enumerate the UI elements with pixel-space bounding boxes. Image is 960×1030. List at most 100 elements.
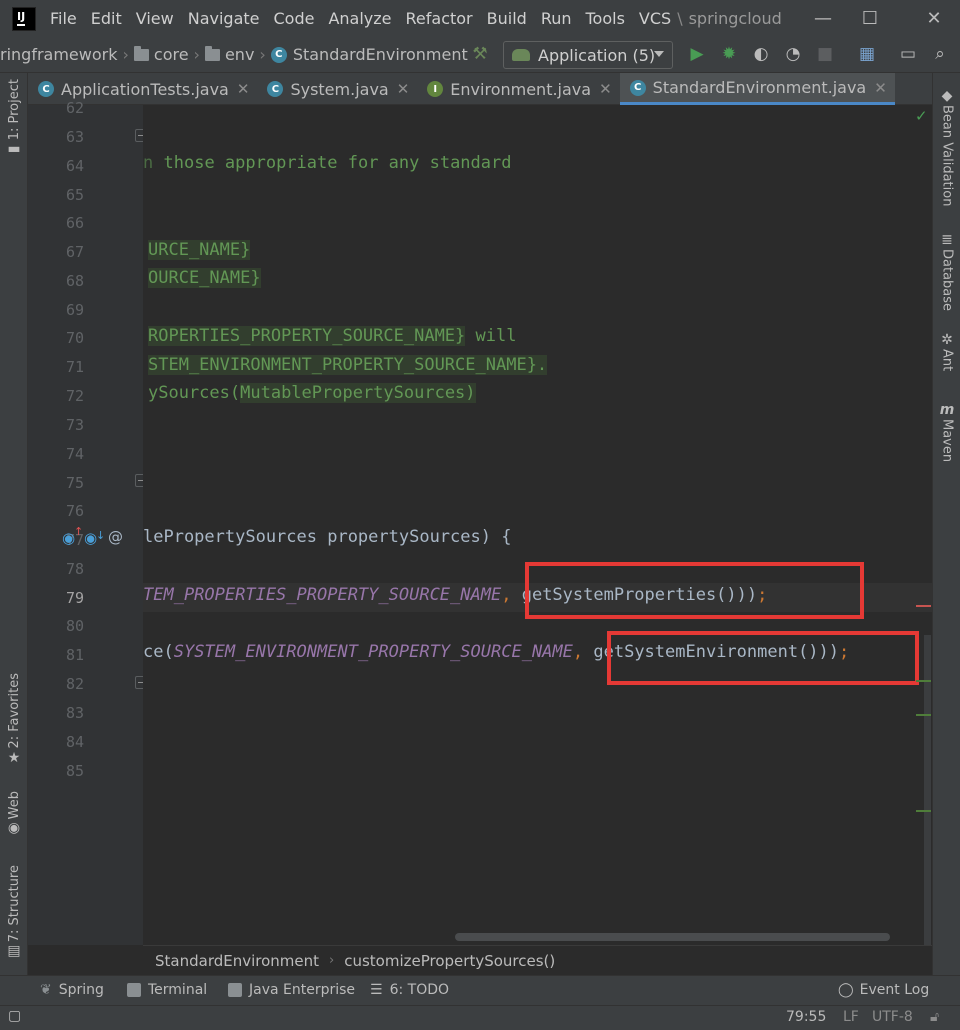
close-button[interactable]: ✕ (908, 0, 960, 37)
tab-environment[interactable]: I Environment.java ✕ (417, 73, 619, 105)
tool-event-log[interactable]: ◯ Event Log (838, 982, 929, 998)
tool-spring[interactable]: ❦ Spring (40, 982, 104, 998)
code-line-68: OURCE_NAME} (148, 268, 261, 288)
crumb-standard-environment[interactable]: C StandardEnvironment (270, 45, 468, 64)
interface-icon: I (427, 81, 444, 97)
line-number: 62 (65, 99, 84, 117)
menu-file[interactable]: File (50, 9, 77, 28)
spring-boot-icon (512, 49, 530, 61)
search-icon[interactable]: ⌕ (930, 44, 950, 64)
menu-tools[interactable]: Tools (586, 9, 625, 28)
inspection-ok-icon[interactable]: ✓ (915, 107, 928, 125)
tab-standard-environment[interactable]: C StandardEnvironment.java ✕ (619, 73, 895, 105)
menu-view[interactable]: View (136, 9, 174, 28)
menu-refactor[interactable]: Refactor (406, 9, 473, 28)
crumb-env[interactable]: env (204, 45, 254, 64)
line-number: 63 (65, 128, 84, 146)
presentation-icon[interactable]: ▭ (898, 44, 918, 64)
line-number: 70 (65, 329, 84, 347)
line-number: 82 (65, 675, 84, 693)
menu-build[interactable]: Build (487, 9, 527, 28)
lock-icon[interactable]: 🔓︎ (930, 1009, 939, 1025)
profile-icon[interactable]: ◔ (783, 44, 803, 64)
line-number: 73 (65, 416, 84, 434)
spring-leaf-icon: ❦ (40, 982, 52, 998)
status-bar: ▢ 79:55 LF UTF-8 🔓︎ (0, 1005, 960, 1030)
close-tab-icon[interactable]: ✕ (237, 80, 250, 98)
close-tab-icon[interactable]: ✕ (874, 79, 887, 97)
chevron-right-icon: › (193, 45, 200, 64)
line-number: 67 (65, 243, 84, 261)
menu-analyze[interactable]: Analyze (328, 9, 391, 28)
menu-vcs[interactable]: VCS (639, 9, 671, 28)
line-number: 69 (65, 301, 84, 319)
run-icon[interactable]: ▶ (687, 44, 707, 64)
line-separator[interactable]: LF (843, 1009, 859, 1025)
breadcrumb-class[interactable]: StandardEnvironment (155, 952, 319, 970)
change-marker[interactable] (916, 810, 931, 812)
tool-windows-toggle-icon[interactable]: ▢ (8, 1008, 21, 1024)
tool-ant[interactable]: ✲ Ant (933, 331, 960, 371)
code-line-77: lePropertySources propertySources) { (143, 527, 512, 547)
menu-navigate[interactable]: Navigate (188, 9, 260, 28)
maven-icon: m (939, 402, 955, 418)
code-editor[interactable]: n those appropriate for any standard URC… (143, 105, 932, 945)
line-number: 65 (65, 186, 84, 204)
highlight-box-get-system-environment (607, 631, 919, 685)
tool-bean-validation[interactable]: ◆ Bean Validation (933, 87, 960, 206)
code-line-67: URCE_NAME} (148, 240, 251, 260)
structure-icon: ▤ (7, 943, 21, 960)
class-icon: C (267, 81, 284, 97)
line-number: 71 (65, 358, 84, 376)
close-tab-icon[interactable]: ✕ (599, 80, 612, 98)
close-tab-icon[interactable]: ✕ (397, 80, 410, 98)
maximize-button[interactable]: ☐ (847, 0, 893, 37)
java-enterprise-icon (228, 983, 242, 997)
crumb-core[interactable]: core (133, 45, 189, 64)
menu-edit[interactable]: Edit (91, 9, 122, 28)
code-line-71: STEM_ENVIRONMENT_PROPERTY_SOURCE_NAME}. (148, 355, 548, 375)
minimize-button[interactable]: — (800, 0, 846, 37)
menu-run[interactable]: Run (541, 9, 572, 28)
crumb-springframework[interactable]: ringframework (0, 45, 117, 64)
tool-todo[interactable]: ☰ 6: TODO (370, 982, 449, 998)
tool-java-enterprise[interactable]: Java Enterprise (228, 982, 355, 998)
breadcrumb-method[interactable]: customizePropertySources() (344, 952, 555, 970)
line-number: 79 (65, 589, 84, 607)
build-hammer-icon[interactable]: ⚒ (470, 44, 490, 64)
run-configuration-select[interactable]: Application (5) (503, 41, 673, 69)
coverage-icon[interactable]: ◐ (751, 44, 771, 64)
change-marker[interactable] (916, 680, 931, 682)
tool-favorites[interactable]: 2: Favorites ★ (0, 673, 28, 767)
line-number: 75 (65, 474, 84, 492)
tool-database[interactable]: ≣ Database (933, 231, 960, 311)
run-configuration-label: Application (5) (538, 45, 656, 65)
chevron-right-icon: › (259, 45, 266, 64)
class-icon: C (38, 81, 54, 97)
stop-icon[interactable]: ■ (815, 44, 835, 64)
bean-icon: ◆ (941, 88, 953, 104)
tool-web[interactable]: Web ◉ (0, 791, 28, 837)
menu-code[interactable]: Code (274, 9, 315, 28)
tool-project[interactable]: 1: Project ▬ (0, 79, 28, 158)
tool-structure[interactable]: 7: Structure ▤ (0, 865, 28, 960)
error-marker[interactable] (916, 605, 931, 607)
right-tool-strip: ◆ Bean Validation ≣ Database ✲ Ant m Mav… (932, 73, 960, 975)
tool-maven[interactable]: m Maven (933, 401, 960, 462)
class-icon: C (270, 46, 287, 63)
tab-system[interactable]: C System.java ✕ (257, 73, 417, 105)
project-structure-icon[interactable]: ▦ (857, 44, 877, 64)
navigation-bar: ringframework › core › env › C StandardEn… (0, 37, 960, 73)
file-encoding[interactable]: UTF-8 (872, 1009, 913, 1025)
chevron-right-icon: › (122, 45, 129, 64)
change-marker[interactable] (916, 714, 931, 716)
horizontal-scrollbar[interactable] (455, 933, 890, 941)
folder-icon (133, 45, 149, 61)
arrow-up-icon: ↑ (74, 525, 84, 538)
tool-terminal[interactable]: Terminal (127, 982, 207, 998)
intellij-logo-icon[interactable]: IJ (10, 4, 40, 35)
caret-position[interactable]: 79:55 (786, 1009, 826, 1025)
debug-icon[interactable]: ✹ (719, 44, 739, 64)
menu-bar: IJ File Edit View Navigate Code Analyze … (0, 0, 960, 37)
menu-overflow[interactable]: \ (677, 9, 682, 28)
